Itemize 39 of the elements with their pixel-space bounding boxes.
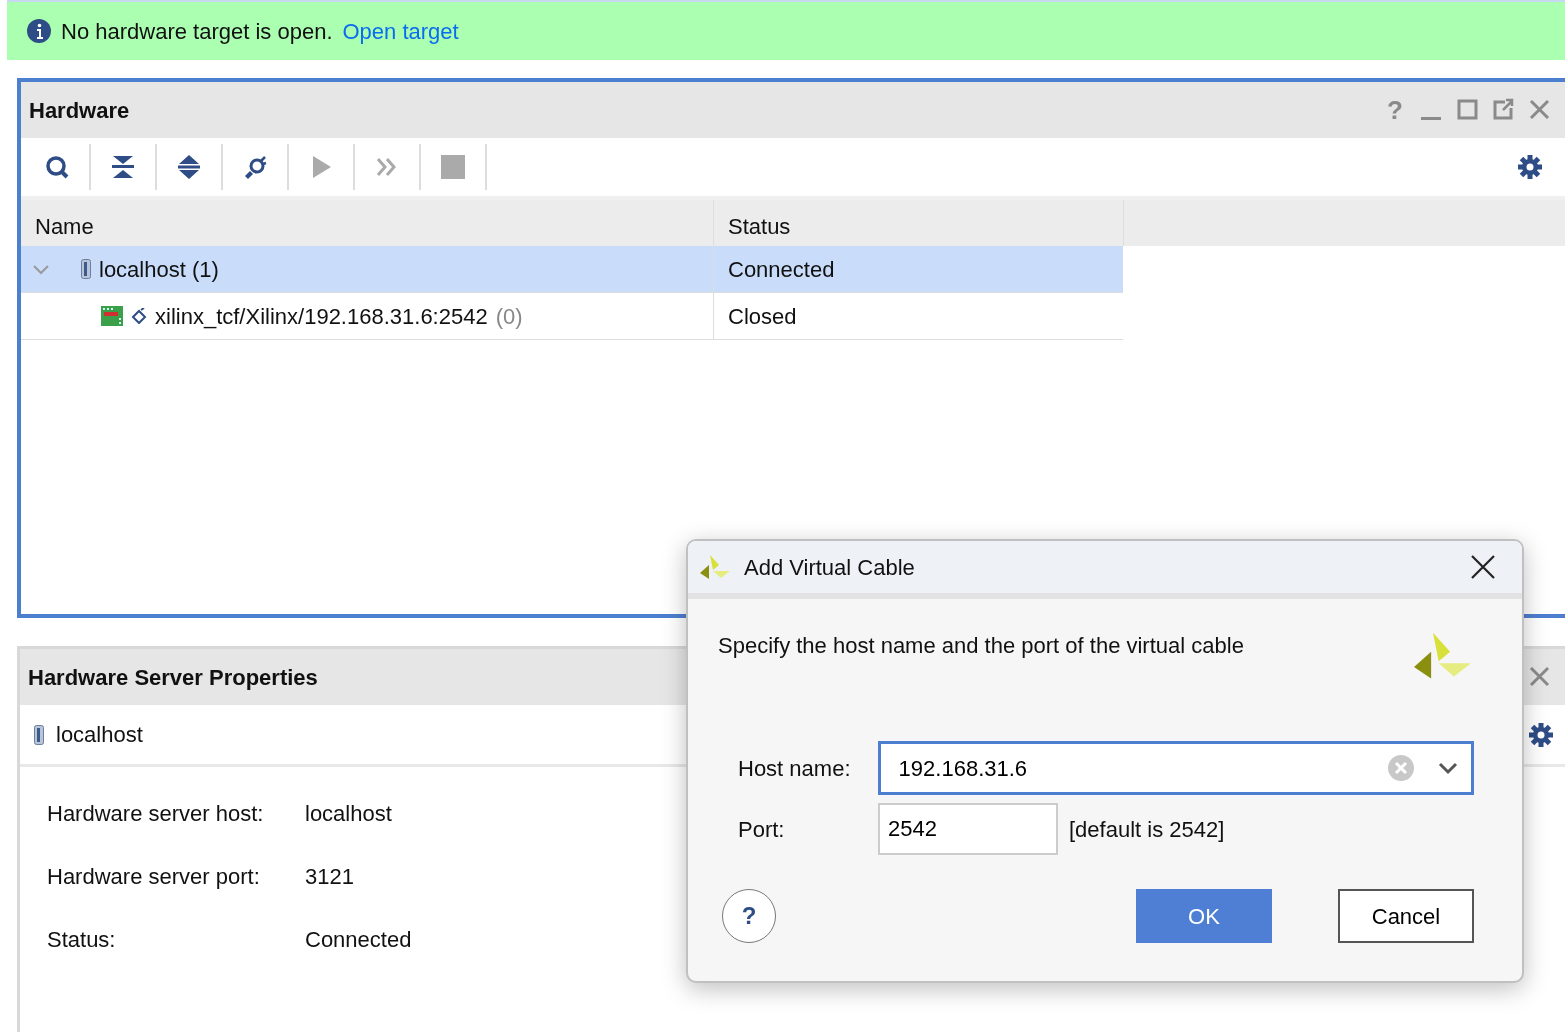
property-value: Connected <box>305 926 412 954</box>
host-name-combobox[interactable]: 192.168.31.6 <box>877 741 1474 795</box>
object-name: localhost <box>56 721 143 749</box>
tree-row[interactable]: localhost (1) Connected <box>21 246 1123 293</box>
help-button[interactable]: ? <box>722 889 776 943</box>
expand-all-icon[interactable] <box>176 154 202 180</box>
property-value: 3121 <box>305 863 354 891</box>
settings-icon[interactable] <box>1528 721 1554 748</box>
stop-icon[interactable] <box>440 154 466 180</box>
tree-item-label: localhost (1) <box>99 255 219 284</box>
panel-title: Hardware Server Properties <box>28 663 319 692</box>
status-text: Closed <box>727 302 797 331</box>
notification-text: No hardware target is open. <box>61 17 333 46</box>
info-icon <box>27 19 51 43</box>
property-label: Hardware server host: <box>47 800 264 828</box>
port-hint: [default is 2542] <box>1069 815 1225 844</box>
port-field[interactable]: 2542 <box>878 803 1058 855</box>
ok-button[interactable]: OK <box>1136 889 1272 943</box>
dialog-description: Specify the host name and the port of the virtual cable <box>718 632 1244 660</box>
panel-title: Hardware <box>29 96 131 125</box>
chip-board-icon <box>101 306 123 326</box>
status-text: Connected <box>727 255 835 284</box>
cancel-button[interactable]: Cancel <box>1338 889 1474 943</box>
search-icon[interactable] <box>44 154 70 180</box>
tree-item-label: xilinx_tcf/Xilinx/192.168.31.6:2542 <box>155 302 488 331</box>
dialog-title: Add Virtual Cable <box>744 553 916 582</box>
item-count: (0) <box>495 302 523 331</box>
field-label: Port: <box>737 815 786 844</box>
open-target-link[interactable]: Open target <box>342 14 459 48</box>
server-icon <box>34 724 44 745</box>
collapse-all-icon[interactable] <box>110 154 136 180</box>
plug-icon <box>131 308 147 324</box>
property-label: Status: <box>47 926 116 954</box>
tree-row[interactable]: xilinx_tcf/Xilinx/192.168.31.6:2542 (0) Closed <box>21 293 1123 340</box>
server-icon <box>81 259 91 279</box>
app-logo-icon <box>700 553 732 581</box>
property-label: Hardware server port: <box>47 863 260 891</box>
field-label: Host name: <box>737 754 852 783</box>
property-value: localhost <box>305 800 392 828</box>
